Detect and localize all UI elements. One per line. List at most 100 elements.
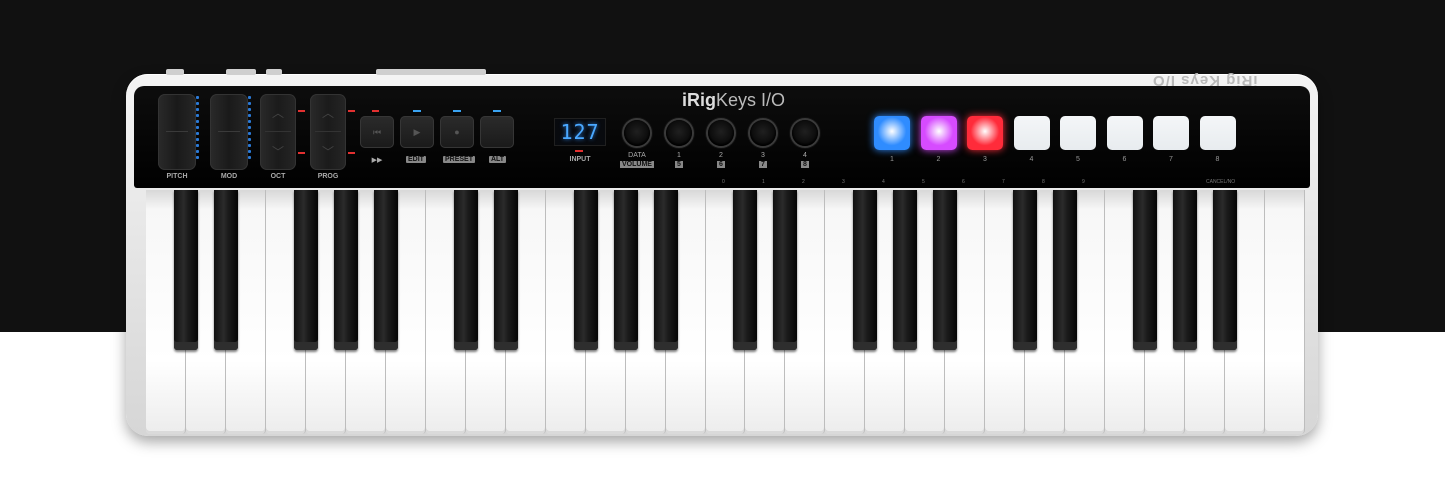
chevron-down-icon[interactable]: ﹀ xyxy=(310,143,346,160)
knob-data-volume[interactable] xyxy=(624,120,650,146)
black-key[interactable] xyxy=(293,190,318,350)
knob-1-5[interactable] xyxy=(666,120,692,146)
knob-3-7[interactable] xyxy=(750,120,776,146)
drum-pad-3[interactable] xyxy=(967,116,1003,150)
black-key[interactable] xyxy=(453,190,478,350)
knob-4-8[interactable] xyxy=(792,120,818,146)
control-panel: iRigKeys I/O PITCH MOD ︿ ﹀ ︿ ﹀ OCT PROG xyxy=(134,86,1310,188)
drum-pad-6[interactable] xyxy=(1106,116,1143,150)
piano-keys xyxy=(146,190,1305,434)
oct-down-led xyxy=(298,152,305,154)
black-key[interactable] xyxy=(1133,190,1158,350)
note-mark: 8 xyxy=(1042,179,1045,185)
keyboard-body: iRig Keys I/O iRigKeys I/O PITCH MOD ︿ ﹀… xyxy=(126,69,1318,436)
chevron-up-icon[interactable]: ︿ xyxy=(260,104,296,121)
record-icon: ● xyxy=(454,127,460,137)
edit-button[interactable]: ▶ xyxy=(400,116,434,148)
play-icon: ▶ xyxy=(413,127,421,137)
white-key[interactable] xyxy=(1265,190,1305,434)
input-label: INPUT xyxy=(569,156,591,163)
oct-label: OCT xyxy=(270,173,286,180)
pad-number: 5 xyxy=(1076,156,1080,163)
pad-number: 1 xyxy=(890,156,894,163)
pad-number: 7 xyxy=(1169,156,1173,163)
chevron-up-icon[interactable]: ︿ xyxy=(310,104,346,121)
transport-led xyxy=(372,110,379,112)
drum-pad-4[interactable] xyxy=(1013,116,1050,150)
note-mark: 0 xyxy=(722,179,725,185)
knob-2-6[interactable] xyxy=(708,120,734,146)
black-key[interactable] xyxy=(853,190,878,350)
black-key[interactable] xyxy=(653,190,678,350)
alt-label: ALT xyxy=(489,156,507,163)
pitch-label: PITCH xyxy=(166,173,188,180)
black-key[interactable] xyxy=(1013,190,1038,350)
note-mark: 1 xyxy=(762,179,765,185)
alt-led xyxy=(493,110,501,112)
black-key[interactable] xyxy=(573,190,598,350)
led-display: 127 xyxy=(554,118,606,146)
input-led xyxy=(575,150,583,152)
black-key[interactable] xyxy=(733,190,758,350)
chevron-down-icon[interactable]: ﹀ xyxy=(260,143,296,160)
program-buttons[interactable]: ︿ ﹀ xyxy=(310,94,346,170)
note-mark: 6 xyxy=(962,179,965,185)
mod-strip[interactable] xyxy=(210,94,248,170)
black-key[interactable] xyxy=(773,190,798,350)
pad-number: 6 xyxy=(1122,156,1127,163)
top-ports xyxy=(376,69,486,75)
black-key[interactable] xyxy=(493,190,518,350)
black-key[interactable] xyxy=(173,190,198,350)
edit-led xyxy=(413,110,421,112)
pad-number: 2 xyxy=(936,156,941,163)
black-key[interactable] xyxy=(1213,190,1238,350)
mod-label: MOD xyxy=(220,173,238,180)
note-mark: CANCEL/NO xyxy=(1206,179,1236,185)
black-key[interactable] xyxy=(893,190,918,350)
knob-label: 15 xyxy=(675,152,683,168)
black-key[interactable] xyxy=(373,190,398,350)
drum-pad-7[interactable] xyxy=(1153,116,1189,150)
mod-led-meter xyxy=(248,96,251,166)
top-connector xyxy=(266,69,282,75)
knob-label: 37 xyxy=(759,152,767,168)
preset-led xyxy=(453,110,461,112)
transport-button[interactable]: ⏮ xyxy=(360,116,394,148)
note-mark: 9 xyxy=(1082,179,1085,185)
prog-up-led xyxy=(348,110,355,112)
note-mark: 2 xyxy=(802,179,805,185)
note-mark: 7 xyxy=(1002,179,1005,185)
black-key[interactable] xyxy=(213,190,238,350)
prog-down-led xyxy=(348,152,355,154)
top-jack xyxy=(166,69,184,75)
black-key[interactable] xyxy=(1053,190,1078,350)
knob-label: 48 xyxy=(801,152,809,168)
black-key[interactable] xyxy=(1173,190,1198,350)
preset-label: PRESET xyxy=(443,156,476,163)
brand-logo: iRigKeys I/O xyxy=(682,90,786,110)
pitch-led-meter xyxy=(196,96,199,166)
pad-number: 3 xyxy=(983,156,987,163)
note-mark: 3 xyxy=(842,179,845,185)
alt-button[interactable] xyxy=(480,116,514,148)
knob-label: 26 xyxy=(717,152,725,168)
oct-up-led xyxy=(298,110,305,112)
pitch-strip[interactable] xyxy=(158,94,196,170)
pad-number: 4 xyxy=(1029,156,1034,163)
black-key[interactable] xyxy=(613,190,638,350)
drum-pad-1[interactable] xyxy=(874,116,910,150)
pad-number: 8 xyxy=(1215,156,1220,163)
black-key[interactable] xyxy=(933,190,958,350)
black-key[interactable] xyxy=(333,190,358,350)
note-mark: 4 xyxy=(882,179,885,185)
octave-buttons[interactable]: ︿ ﹀ xyxy=(260,94,296,170)
prog-label: PROG xyxy=(317,173,339,180)
previous-icon: ⏮ xyxy=(372,127,382,137)
note-mark: 5 xyxy=(922,179,925,185)
preset-button[interactable]: ● xyxy=(440,116,474,148)
drum-pad-5[interactable] xyxy=(1060,116,1096,150)
edit-label: EDIT xyxy=(406,156,426,163)
transport-label: ▶▶ xyxy=(371,157,383,164)
drum-pad-2[interactable] xyxy=(920,116,957,150)
drum-pad-8[interactable] xyxy=(1199,116,1236,150)
